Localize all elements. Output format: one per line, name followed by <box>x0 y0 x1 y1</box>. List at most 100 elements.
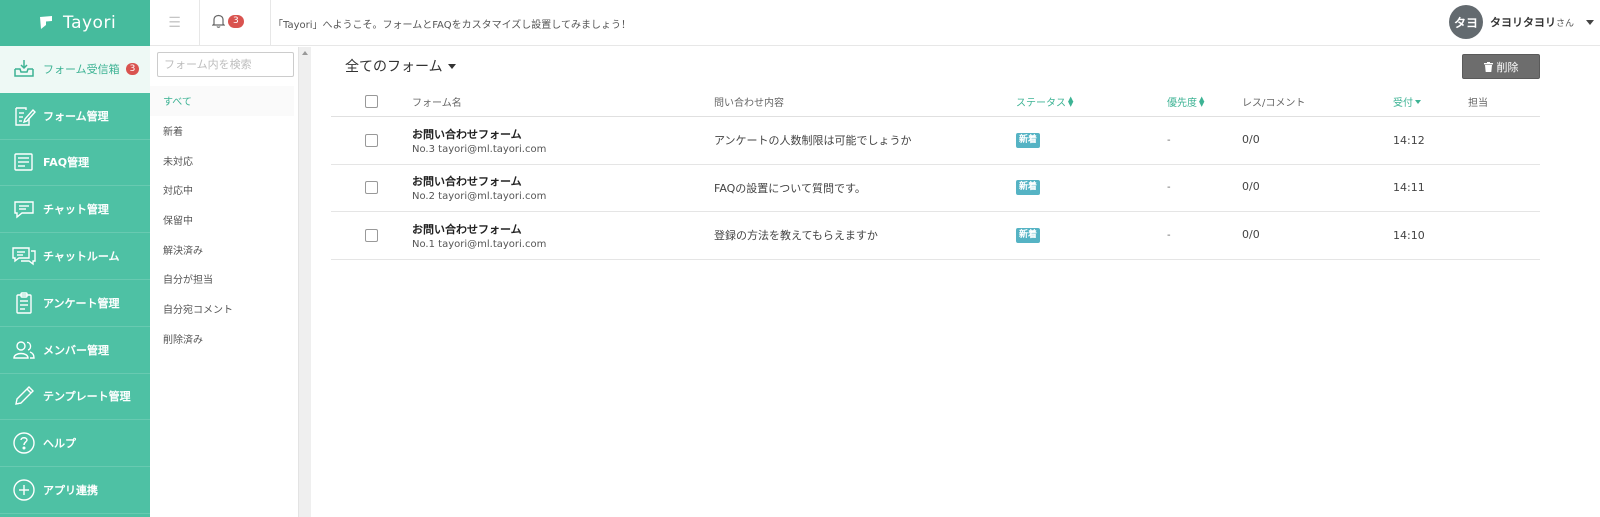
priority-value: - <box>1167 134 1171 146</box>
notifications-button[interactable]: 3 <box>212 14 244 28</box>
inquiry-text[interactable]: アンケートの人数制限は可能でしょうか <box>714 117 912 164</box>
nav-item-chat-management[interactable]: チャット管理 <box>0 186 150 234</box>
filter-scrollbar[interactable] <box>298 47 311 517</box>
chat-room-icon <box>12 247 36 266</box>
column-received-label: 受付 <box>1393 98 1413 109</box>
nav-label: メンバー管理 <box>43 343 109 357</box>
table-row[interactable]: お問い合わせフォーム No.1 tayori@ml.tayori.com 登録の… <box>331 212 1540 260</box>
filter-on-hold[interactable]: 保留中 <box>150 205 294 235</box>
nav-item-survey-management[interactable]: アンケート管理 <box>0 280 150 327</box>
scroll-up-arrow-icon[interactable] <box>302 51 308 55</box>
bell-icon <box>212 14 225 28</box>
form-meta: No.2 tayori@ml.tayori.com <box>412 191 547 203</box>
table-header: フォーム名 問い合わせ内容 ステータス ▲ ▼ 優先度 ▲ ▼ レス/コメント 受付 <box>331 87 1540 117</box>
column-priority: 優先度 ▲ ▼ <box>1167 87 1204 116</box>
replies-value: 0/0 <box>1242 132 1260 146</box>
received-time: 14:11 <box>1393 181 1425 195</box>
nav-item-faq-management[interactable]: FAQ管理 <box>0 140 150 187</box>
nav-label: FAQ管理 <box>43 156 90 170</box>
form-meta: No.1 tayori@ml.tayori.com <box>412 238 547 250</box>
row-checkbox[interactable] <box>365 181 378 195</box>
form-meta: No.3 tayori@ml.tayori.com <box>412 143 547 155</box>
filter-deleted[interactable]: 削除済み <box>150 324 294 354</box>
form-filter-dropdown[interactable]: 全てのフォーム <box>345 56 456 76</box>
user-menu[interactable]: タヨ タヨリタヨリさん <box>1448 5 1594 39</box>
inquiry-table: フォーム名 問い合わせ内容 ステータス ▲ ▼ 優先度 ▲ ▼ レス/コメント 受付 <box>331 87 1540 260</box>
form-filter-label: 全てのフォーム <box>345 59 443 75</box>
app-name: Tayori <box>63 13 117 33</box>
menu-toggle-button[interactable]: ☰ <box>150 0 200 46</box>
row-checkbox[interactable] <box>365 228 378 242</box>
app-logo[interactable]: Tayori <box>0 0 150 46</box>
form-cell: お問い合わせフォーム No.2 tayori@ml.tayori.com <box>412 165 546 212</box>
form-name-link[interactable]: お問い合わせフォーム <box>412 126 522 142</box>
inbox-icon <box>14 59 34 77</box>
tayori-logo-icon <box>40 16 52 29</box>
plus-circle-icon <box>13 479 35 501</box>
hamburger-icon: ☰ <box>168 15 181 31</box>
column-replies: レス/コメント <box>1242 98 1306 109</box>
user-name: タヨリタヨリさん <box>1490 14 1574 30</box>
row-select-cell <box>365 117 378 164</box>
nav-item-template-management[interactable]: テンプレート管理 <box>0 374 150 421</box>
filter-unhandled[interactable]: 未対応 <box>150 145 294 175</box>
priority-value: - <box>1167 229 1171 241</box>
delete-button-label: 削除 <box>1496 60 1519 74</box>
inquiry-text[interactable]: 登録の方法を教えてもらえますか <box>714 212 878 259</box>
form-search-input[interactable] <box>157 52 294 77</box>
clipboard-icon <box>16 292 32 314</box>
form-name-link[interactable]: お問い合わせフォーム <box>412 221 522 237</box>
form-cell: お問い合わせフォーム No.3 tayori@ml.tayori.com <box>412 117 546 164</box>
nav-item-form-inbox[interactable]: フォーム受信箱 3 <box>0 46 150 93</box>
replies-value: 0/0 <box>1242 227 1260 241</box>
status-cell: 新着 <box>1016 212 1041 259</box>
nav-label: フォーム受信箱 <box>43 62 120 76</box>
select-all-checkbox[interactable] <box>365 95 378 108</box>
delete-button[interactable]: 削除 <box>1462 54 1540 79</box>
help-icon <box>13 432 35 454</box>
nav-item-member-management[interactable]: メンバー管理 <box>0 327 150 374</box>
priority-value: - <box>1167 182 1171 194</box>
nav-label: アプリ連携 <box>43 484 98 498</box>
nav-label: ヘルプ <box>43 437 76 451</box>
nav-item-app-integration[interactable]: アプリ連携 <box>0 467 150 514</box>
sort-received-button[interactable]: 受付 <box>1393 94 1421 109</box>
table-row[interactable]: お問い合わせフォーム No.2 tayori@ml.tayori.com FAQ… <box>331 165 1540 212</box>
sort-down-icon <box>1415 99 1421 104</box>
status-badge: 新着 <box>1016 227 1041 243</box>
form-name-link[interactable]: お問い合わせフォーム <box>412 173 522 189</box>
inquiry-text[interactable]: FAQの設置について質問です。 <box>714 165 866 212</box>
nav-label: チャットルーム <box>43 250 120 264</box>
form-cell: お問い合わせフォーム No.1 tayori@ml.tayori.com <box>412 212 546 259</box>
filter-all[interactable]: すべて <box>150 86 294 116</box>
welcome-message: 「Tayori」へようこそ。フォームとFAQをカスタマイズし設置してみましょう！ <box>270 0 631 46</box>
sort-updown-icon: ▲ ▼ <box>1199 94 1205 108</box>
chevron-down-icon <box>1586 19 1594 25</box>
nav-item-help[interactable]: ヘルプ <box>0 420 150 468</box>
form-edit-icon <box>15 106 36 126</box>
filter-new[interactable]: 新着 <box>150 116 294 146</box>
filter-resolved[interactable]: 解決済み <box>150 234 294 264</box>
nav-label: チャット管理 <box>43 203 109 217</box>
nav-label: アンケート管理 <box>43 296 120 310</box>
faq-icon <box>14 153 33 172</box>
status-badge: 新着 <box>1016 132 1041 148</box>
filter-assigned-to-me[interactable]: 自分が担当 <box>150 264 294 294</box>
sort-updown-icon: ▲ ▼ <box>1068 94 1074 108</box>
filter-comments-to-me[interactable]: 自分宛コメント <box>150 294 294 324</box>
members-icon <box>13 340 35 359</box>
received-time: 14:10 <box>1393 228 1425 242</box>
nav-item-chat-room[interactable]: チャットルーム <box>0 233 150 280</box>
filter-in-progress[interactable]: 対応中 <box>150 175 294 205</box>
column-inquiry: 問い合わせ内容 <box>714 98 784 109</box>
nav-label: フォーム管理 <box>43 109 109 123</box>
received-time: 14:12 <box>1393 133 1425 147</box>
sort-priority-button[interactable]: 優先度 ▲ ▼ <box>1167 94 1204 109</box>
column-priority-label: 優先度 <box>1167 98 1197 109</box>
table-row[interactable]: お問い合わせフォーム No.3 tayori@ml.tayori.com アンケ… <box>331 117 1540 165</box>
sort-status-button[interactable]: ステータス ▲ ▼ <box>1016 94 1073 109</box>
column-received: 受付 <box>1393 87 1421 116</box>
trash-icon <box>1483 61 1493 72</box>
nav-item-form-management[interactable]: フォーム管理 <box>0 93 150 140</box>
row-checkbox[interactable] <box>365 133 378 147</box>
